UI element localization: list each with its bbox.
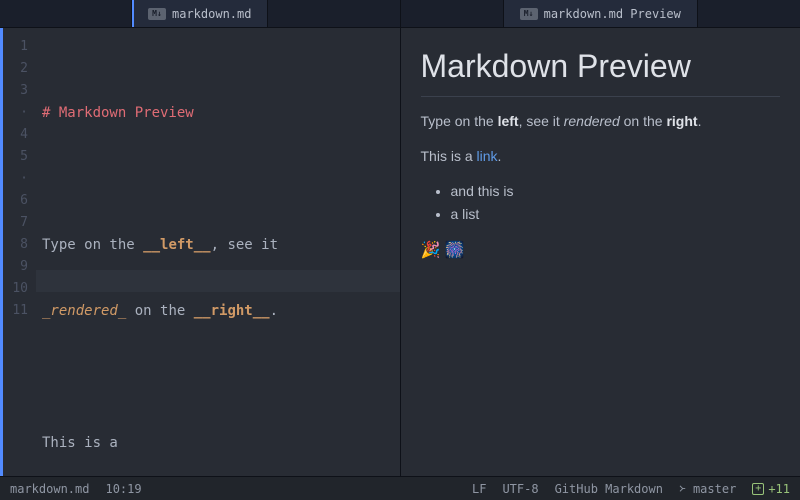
editor-active-accent [0,28,3,476]
cursor-line-highlight [36,270,400,292]
editor-body[interactable]: 1 2 3 · 4 5 · 6 7 8 9 10 11 # Markdown P… [0,28,400,476]
preview-tab[interactable]: M↓ markdown.md Preview [503,0,698,27]
preview-body[interactable]: Markdown Preview Type on the left, see i… [401,28,800,476]
markdown-badge-icon: M↓ [148,8,166,20]
preview-tab-label: markdown.md Preview [544,7,681,21]
preview-emoji-row: 🎉 🎆 [421,239,781,263]
status-encoding[interactable]: UTF-8 [502,482,538,496]
editor-tabbar: M↓ markdown.md [0,0,400,28]
editor-pane: M↓ markdown.md 1 2 3 · 4 5 · 6 7 8 9 10 … [0,0,401,476]
line-number-gutter: 1 2 3 · 4 5 · 6 7 8 9 10 11 [0,28,36,476]
split-panes: M↓ markdown.md 1 2 3 · 4 5 · 6 7 8 9 10 … [0,0,800,476]
editor-tab[interactable]: M↓ markdown.md [131,0,268,27]
preview-pane: M↓ markdown.md Preview Markdown Preview … [401,0,800,476]
preview-heading: Markdown Preview [421,42,781,97]
diff-added-icon: + [752,483,764,495]
git-branch-icon [679,483,689,495]
list-item: and this is [451,181,781,202]
preview-tabbar: M↓ markdown.md Preview [401,0,800,28]
preview-list: and this is a list [421,181,781,225]
code-area[interactable]: # Markdown Preview Type on the __left__,… [36,28,400,476]
status-eol[interactable]: LF [472,482,486,496]
active-tab-accent [132,0,134,27]
preview-link[interactable]: link [477,148,498,164]
status-branch[interactable]: master [679,482,736,496]
markdown-badge-icon: M↓ [520,8,538,20]
editor-tab-label: markdown.md [172,7,251,21]
list-item: a list [451,204,781,225]
status-grammar[interactable]: GitHub Markdown [555,482,663,496]
preview-paragraph-1: Type on the left, see it rendered on the… [421,111,781,132]
preview-paragraph-2: This is a link. [421,146,781,167]
status-git-diff[interactable]: + +11 [752,482,790,496]
